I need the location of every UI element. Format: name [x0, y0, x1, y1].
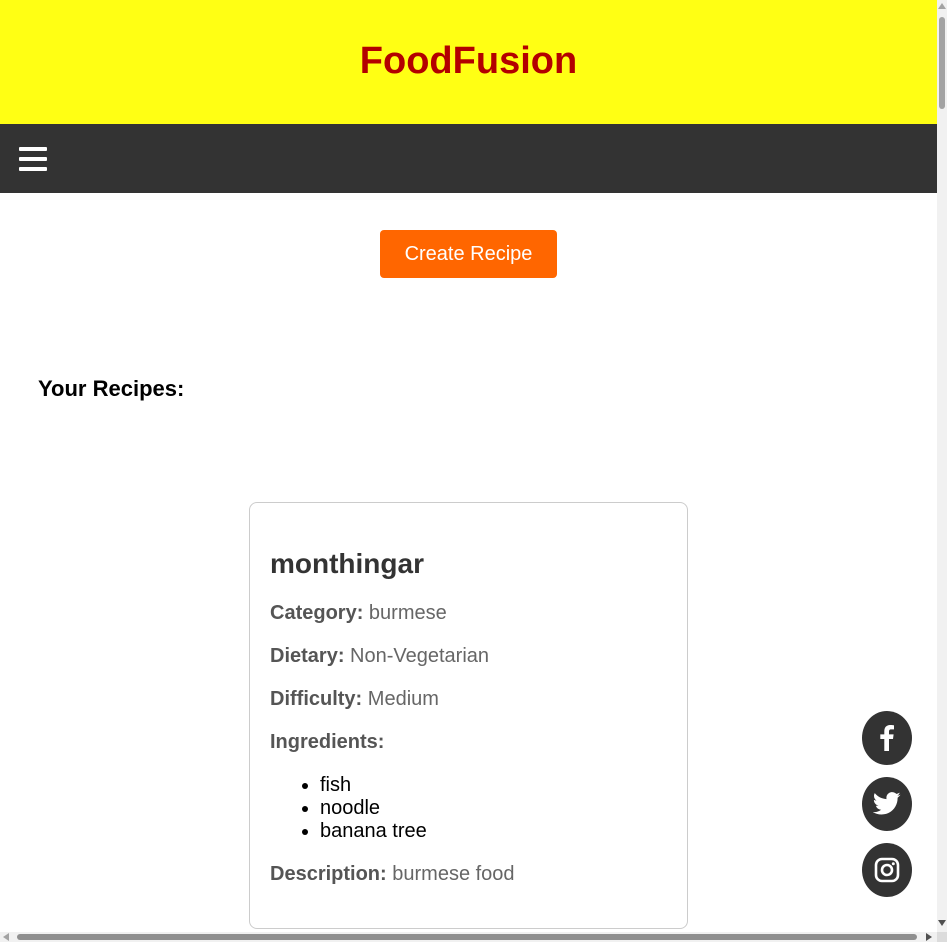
recipe-dietary: Dietary: Non-Vegetarian	[270, 645, 667, 668]
navbar	[0, 124, 937, 193]
create-recipe-area: Create Recipe	[0, 193, 937, 278]
scroll-down-icon[interactable]	[938, 920, 946, 926]
hamburger-bar	[19, 166, 47, 171]
ingredients-list: fish noodle banana tree	[320, 774, 667, 843]
category-label: Category:	[270, 602, 364, 624]
scrollbar-corner	[937, 932, 947, 942]
horizontal-scroll-thumb[interactable]	[17, 934, 917, 940]
your-recipes-heading: Your Recipes:	[38, 376, 185, 401]
difficulty-label: Difficulty:	[270, 688, 363, 710]
create-recipe-button[interactable]: Create Recipe	[380, 230, 557, 278]
list-item: noodle	[320, 797, 667, 820]
instagram-glyph	[874, 857, 900, 883]
site-header: FoodFusion	[0, 0, 937, 124]
social-links	[862, 711, 912, 897]
twitter-icon[interactable]	[862, 777, 912, 831]
difficulty-value: Medium	[367, 688, 439, 710]
instagram-icon[interactable]	[862, 843, 912, 897]
twitter-glyph	[873, 792, 901, 815]
dietary-value: Non-Vegetarian	[350, 645, 490, 667]
recipe-ingredients-heading: Ingredients:	[270, 731, 667, 754]
recipe-difficulty: Difficulty: Medium	[270, 688, 667, 711]
recipe-name: monthingar	[270, 548, 424, 579]
vertical-scroll-thumb[interactable]	[939, 17, 945, 109]
recipe-description: Description: burmese food	[270, 863, 667, 886]
scroll-left-icon[interactable]	[3, 933, 9, 941]
hamburger-menu-icon[interactable]	[19, 145, 47, 173]
ingredients-label: Ingredients:	[270, 731, 385, 753]
recipe-card: monthingar Category: burmese Dietary: No…	[249, 502, 688, 929]
site-title: FoodFusion	[359, 39, 578, 82]
page: FoodFusion Create Recipe Your Recipes: m…	[0, 0, 937, 932]
list-item: fish	[320, 774, 667, 797]
vertical-scrollbar[interactable]	[937, 0, 947, 932]
list-item: banana tree	[320, 820, 667, 843]
scroll-up-icon[interactable]	[938, 3, 946, 9]
hamburger-bar	[19, 146, 47, 151]
facebook-glyph	[880, 725, 894, 751]
dietary-label: Dietary:	[270, 645, 345, 667]
description-value: burmese food	[392, 863, 515, 885]
facebook-icon[interactable]	[862, 711, 912, 765]
scroll-right-icon[interactable]	[926, 933, 932, 941]
recipe-category: Category: burmese	[270, 602, 667, 625]
hamburger-bar	[19, 156, 47, 161]
horizontal-scrollbar[interactable]	[0, 932, 937, 942]
description-label: Description:	[270, 863, 387, 885]
category-value: burmese	[368, 602, 447, 624]
